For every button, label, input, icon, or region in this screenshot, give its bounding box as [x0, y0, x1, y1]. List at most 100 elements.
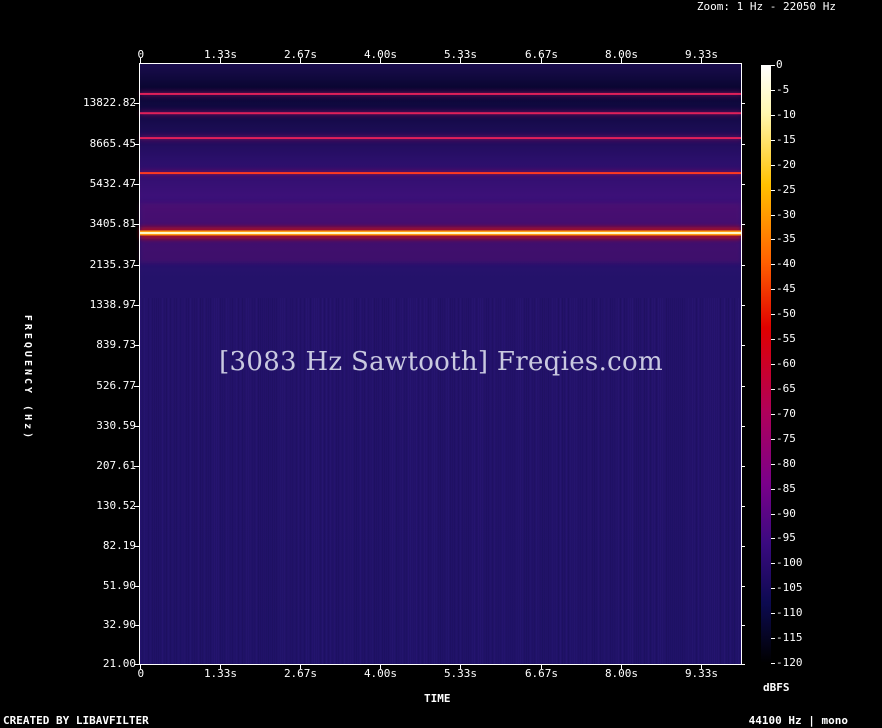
- colorbar-tick-label: -85: [776, 481, 796, 495]
- noise-streak: [170, 298, 171, 664]
- y-tick-label: 2135.37: [89, 257, 136, 271]
- colorbar-tick-label: -55: [776, 331, 796, 345]
- noise-streak: [686, 298, 687, 664]
- audio-format-label: 44100 Hz | mono: [748, 714, 848, 727]
- noise-streak: [152, 298, 153, 664]
- noise-streak: [192, 298, 193, 664]
- x-tick-label-top: 9.33s: [684, 48, 719, 61]
- noise-streak: [740, 298, 741, 664]
- x-tick-label-bottom: 4.00s: [363, 667, 398, 680]
- x-tick-label-bottom: 9.33s: [684, 667, 719, 680]
- noise-streak: [142, 298, 143, 664]
- noise-streak: [186, 298, 187, 664]
- x-tick-label-bottom: 5.33s: [443, 667, 478, 680]
- y-tick-label: 207.61: [96, 458, 136, 472]
- noise-streak: [664, 298, 665, 664]
- y-tick-label: 82.19: [102, 538, 136, 552]
- y-tick-label: 8665.45: [89, 136, 136, 150]
- noise-streak: [674, 298, 675, 664]
- y-tick-label: 130.52: [96, 498, 136, 512]
- noise-streak: [710, 298, 711, 664]
- colorbar-tick-label: -75: [776, 431, 796, 445]
- noise-streak: [728, 298, 729, 664]
- noise-streak: [158, 298, 159, 664]
- noise-streak: [712, 298, 713, 664]
- noise-streak: [216, 298, 217, 664]
- colorbar-tick-label: -40: [776, 256, 796, 270]
- noise-streak: [194, 298, 195, 664]
- noise-streak: [708, 298, 709, 664]
- noise-streak: [150, 298, 151, 664]
- colorbar-tick-label: -120: [776, 655, 803, 669]
- noise-streak: [718, 298, 719, 664]
- y-tick-label: 13822.82: [83, 95, 136, 109]
- noise-streak: [200, 298, 201, 664]
- y-tick-label: 3405.81: [89, 216, 136, 230]
- x-tick-label-top: 1.33s: [203, 48, 238, 61]
- noise-streak: [154, 298, 155, 664]
- colorbar-title: dBFS: [763, 681, 790, 694]
- noise-streak: [212, 298, 213, 664]
- noise-streak: [140, 298, 141, 664]
- y-tick-label: 526.77: [96, 378, 136, 392]
- noise-streak: [666, 298, 667, 664]
- noise-streak: [688, 298, 689, 664]
- noise-streak: [208, 298, 209, 664]
- x-axis-title: TIME: [424, 692, 451, 705]
- colorbar-tick-label: -30: [776, 207, 796, 221]
- x-tick-label-top: 5.33s: [443, 48, 478, 61]
- noise-streak: [730, 298, 731, 664]
- noise-streak: [144, 298, 145, 664]
- noise-streak: [156, 298, 157, 664]
- noise-streak: [702, 298, 703, 664]
- x-tick-label-bottom: 2.67s: [283, 667, 318, 680]
- noise-streak: [696, 298, 697, 664]
- noise-streak: [678, 298, 679, 664]
- noise-streak: [174, 298, 175, 664]
- noise-streak: [732, 298, 733, 664]
- colorbar-tick-label: -110: [776, 605, 803, 619]
- noise-streak: [198, 298, 199, 664]
- noise-streak: [726, 298, 727, 664]
- colorbar-tick-label: -60: [776, 356, 796, 370]
- colorbar-tick-label: -35: [776, 231, 796, 245]
- noise-streak: [738, 298, 739, 664]
- x-tick-label-top: 0: [137, 48, 145, 61]
- noise-streak: [168, 298, 169, 664]
- noise-streak: [684, 298, 685, 664]
- noise-streak: [672, 298, 673, 664]
- y-tick-label: 51.90: [102, 578, 136, 592]
- noise-streak: [166, 298, 167, 664]
- noise-streak: [700, 298, 701, 664]
- noise-streak: [724, 298, 725, 664]
- colorbar-tick-label: -70: [776, 406, 796, 420]
- noise-streak: [736, 298, 737, 664]
- noise-streak: [682, 298, 683, 664]
- x-tick-label-top: 2.67s: [283, 48, 318, 61]
- colorbar-tick-label: -80: [776, 456, 796, 470]
- noise-streak: [188, 298, 189, 664]
- noise-streak: [176, 298, 177, 664]
- noise-streak: [690, 298, 691, 664]
- colorbar: [761, 65, 771, 663]
- colorbar-tick-label: -20: [776, 157, 796, 171]
- noise-streak: [722, 298, 723, 664]
- noise-streak: [214, 298, 215, 664]
- noise-streak: [680, 298, 681, 664]
- colorbar-tick-label: -95: [776, 530, 796, 544]
- y-tick-label: 5432.47: [89, 176, 136, 190]
- x-tick-label-bottom: 0: [137, 667, 145, 680]
- noise-streak: [190, 298, 191, 664]
- noise-streak: [148, 298, 149, 664]
- x-tick-label-top: 8.00s: [604, 48, 639, 61]
- noise-streak: [692, 298, 693, 664]
- harmonic-band: [140, 112, 741, 115]
- colorbar-tick-label: -10: [776, 107, 796, 121]
- noise-streak: [694, 298, 695, 664]
- colorbar-tick-label: -45: [776, 281, 796, 295]
- x-tick-label-bottom: 8.00s: [604, 667, 639, 680]
- harmonic-band-peak: [140, 231, 741, 234]
- noise-streak: [204, 298, 205, 664]
- colorbar-tick-label: -105: [776, 580, 803, 594]
- colorbar-tick-label: -5: [776, 82, 790, 96]
